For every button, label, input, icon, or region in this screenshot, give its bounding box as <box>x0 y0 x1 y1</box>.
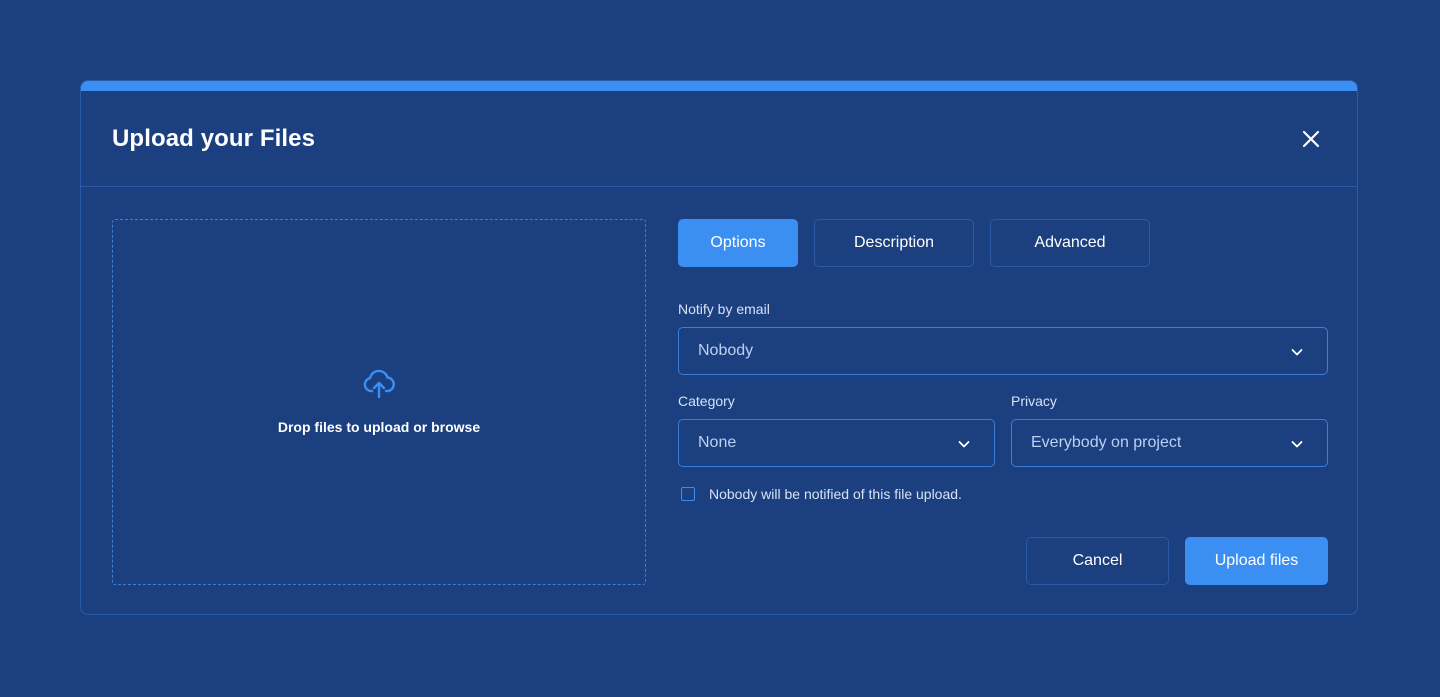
modal-accent-bar <box>81 81 1357 91</box>
privacy-label: Privacy <box>1011 393 1057 409</box>
tab-description[interactable]: Description <box>814 219 974 267</box>
close-icon <box>1302 130 1320 148</box>
category-label: Category <box>678 393 735 409</box>
chevron-down-icon <box>1291 349 1303 356</box>
notice-checkbox[interactable] <box>681 487 695 501</box>
privacy-select[interactable]: Everybody on project <box>1011 419 1328 467</box>
modal-title: Upload your Files <box>112 125 316 152</box>
file-dropzone[interactable]: Drop files to upload or browse <box>112 219 646 585</box>
modal-header: Upload your Files <box>81 91 1357 187</box>
category-value: None <box>698 434 737 451</box>
cancel-button[interactable]: Cancel <box>1026 537 1169 585</box>
privacy-value: Everybody on project <box>1031 434 1182 451</box>
chevron-down-icon <box>1291 441 1303 448</box>
notify-label: Notify by email <box>678 301 770 317</box>
cloud-upload-icon <box>363 369 395 399</box>
tab-options[interactable]: Options <box>678 219 798 267</box>
notice-label: Nobody will be notified of this file upl… <box>709 486 962 502</box>
tab-advanced[interactable]: Advanced <box>990 219 1150 267</box>
close-button[interactable] <box>1299 127 1323 151</box>
chevron-down-icon <box>958 441 970 448</box>
upload-modal: Upload your Files Drop files to upload o… <box>80 80 1358 615</box>
upload-files-button[interactable]: Upload files <box>1185 537 1328 585</box>
notify-select[interactable]: Nobody <box>678 327 1328 375</box>
notice-row: Nobody will be notified of this file upl… <box>681 485 962 503</box>
dropzone-text: Drop files to upload or browse <box>277 419 481 435</box>
notify-value: Nobody <box>698 342 754 359</box>
category-select[interactable]: None <box>678 419 995 467</box>
